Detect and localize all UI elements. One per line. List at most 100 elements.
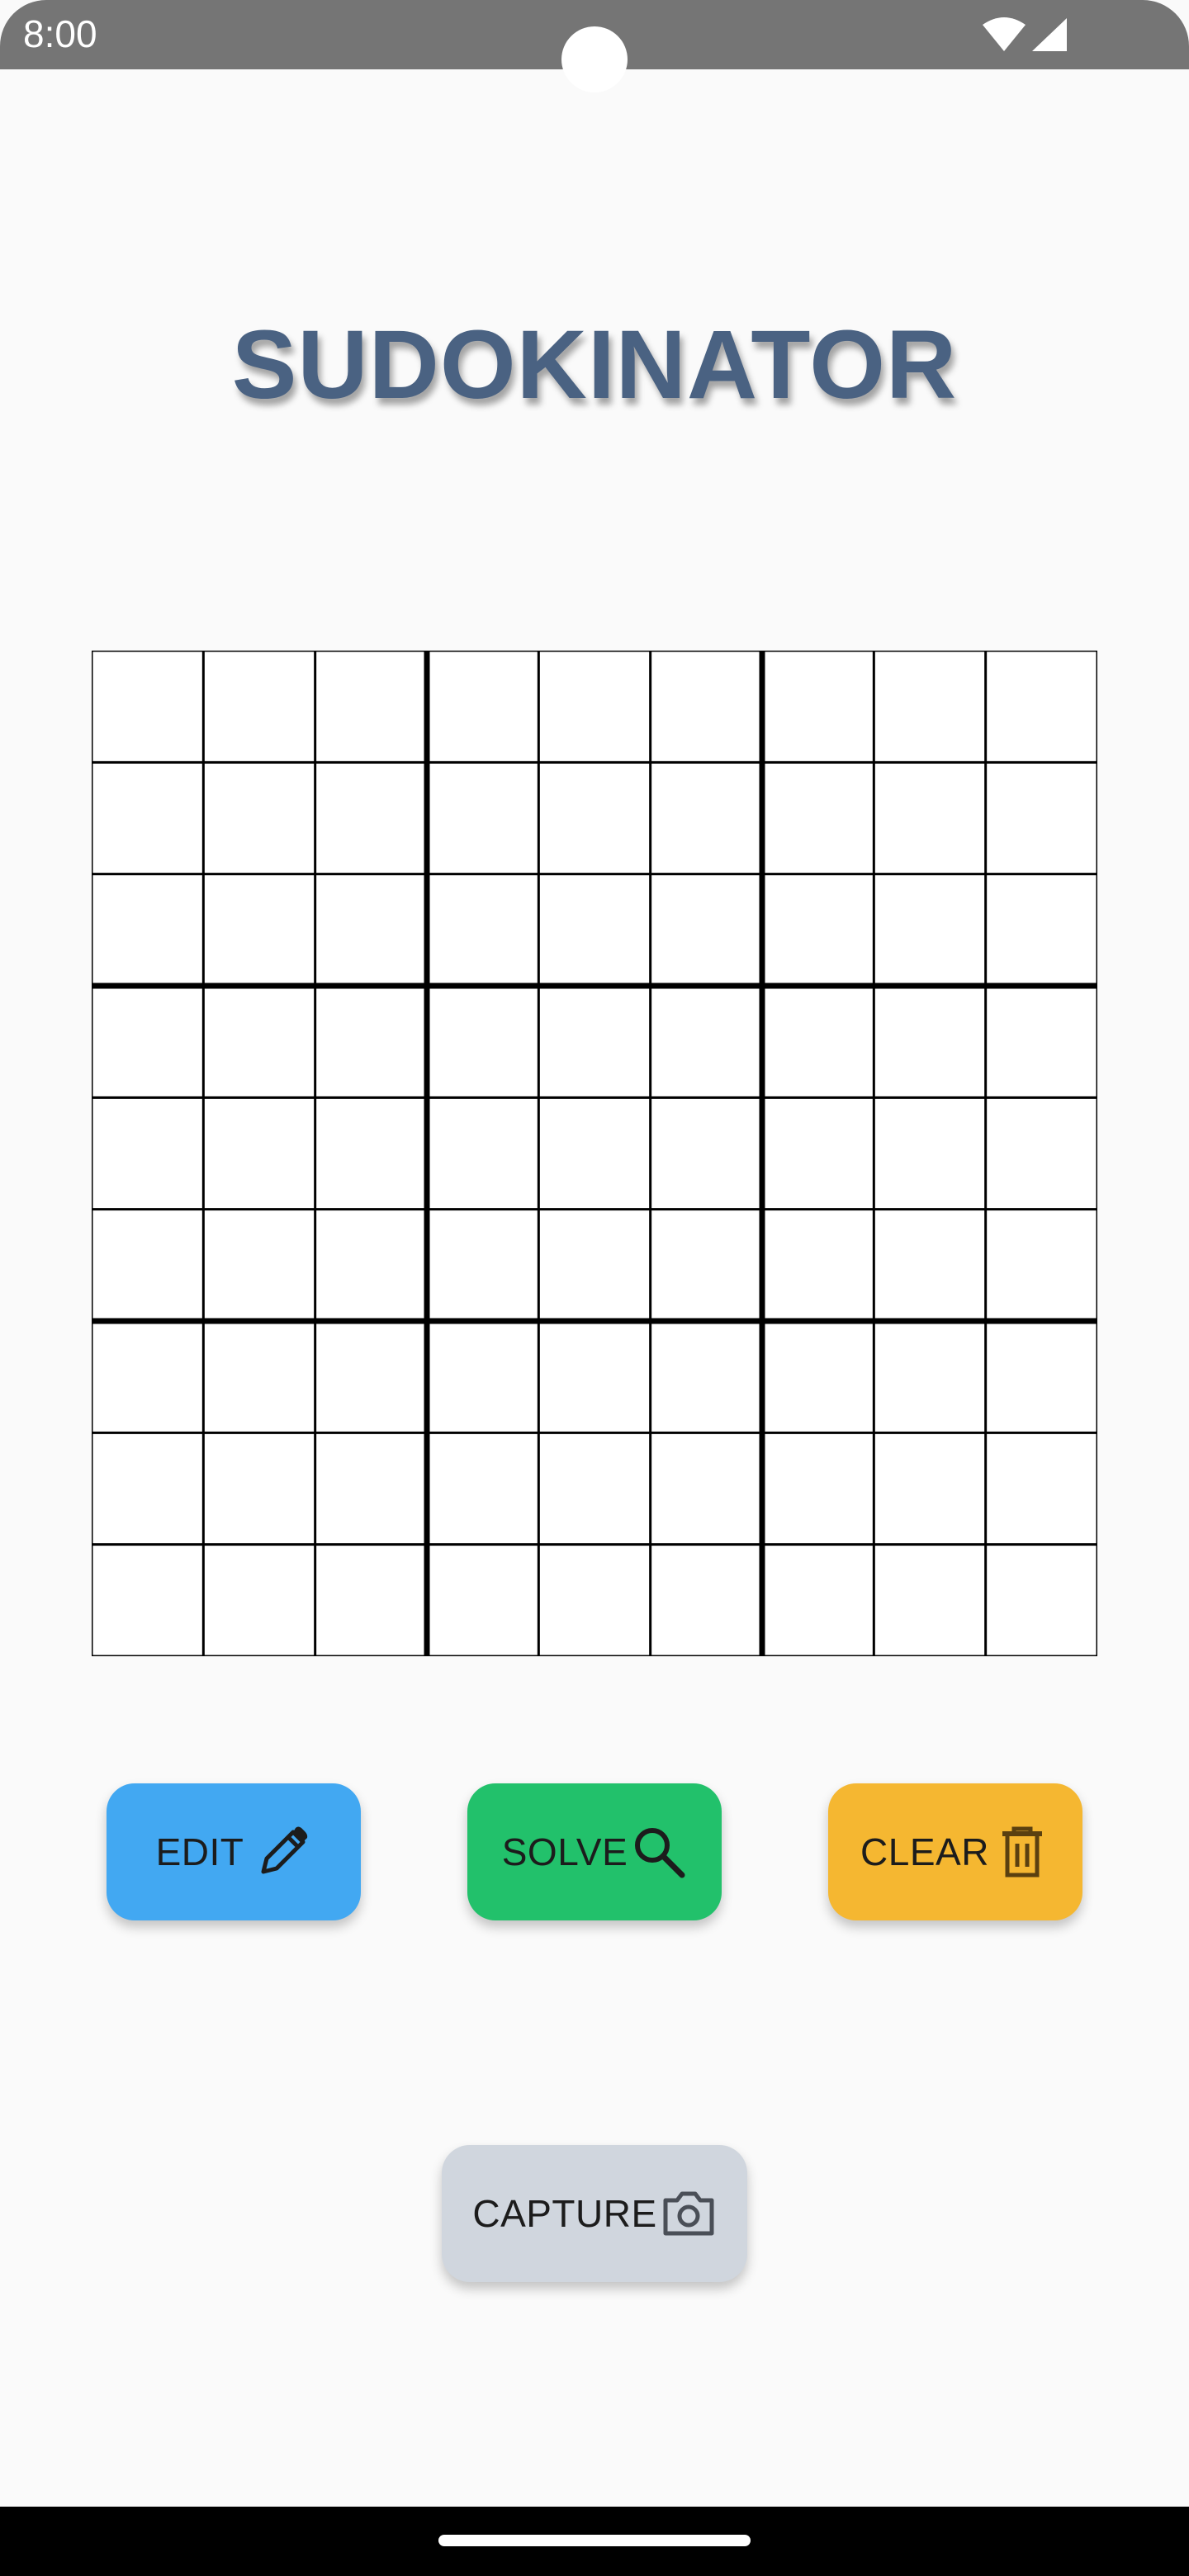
edit-button-label: EDIT <box>155 1830 244 1873</box>
grid-cell-r7-c8[interactable] <box>874 1321 986 1433</box>
grid-cell-r2-c2[interactable] <box>203 762 315 874</box>
grid-cell-r5-c1[interactable] <box>92 1097 204 1210</box>
clear-button[interactable]: CLEAR <box>828 1783 1082 1920</box>
grid-cell-r6-c3[interactable] <box>315 1209 427 1321</box>
status-bar: 8:00 <box>0 0 1189 92</box>
grid-cell-r6-c4[interactable] <box>427 1209 539 1321</box>
grid-cell-r5-c5[interactable] <box>538 1097 651 1210</box>
grid-cell-r7-c7[interactable] <box>762 1321 874 1433</box>
grid-cell-r2-c3[interactable] <box>315 762 427 874</box>
grid-cell-r2-c1[interactable] <box>92 762 204 874</box>
grid-cell-r2-c4[interactable] <box>427 762 539 874</box>
grid-cell-r1-c2[interactable] <box>203 651 315 763</box>
grid-cell-r1-c6[interactable] <box>650 651 762 763</box>
sudoku-grid <box>92 651 1097 1656</box>
capture-button-label: CAPTURE <box>472 2192 657 2235</box>
grid-cell-r2-c6[interactable] <box>650 762 762 874</box>
grid-cell-r7-c1[interactable] <box>92 1321 204 1433</box>
wifi-icon <box>983 17 1026 51</box>
grid-cell-r1-c5[interactable] <box>538 651 651 763</box>
grid-cell-r9-c7[interactable] <box>762 1544 874 1656</box>
grid-cell-r1-c4[interactable] <box>427 651 539 763</box>
grid-cell-r3-c5[interactable] <box>538 874 651 986</box>
grid-cell-r9-c6[interactable] <box>650 1544 762 1656</box>
grid-cell-r3-c3[interactable] <box>315 874 427 986</box>
grid-cell-r4-c8[interactable] <box>874 986 986 1098</box>
grid-cell-r1-c3[interactable] <box>315 651 427 763</box>
grid-cell-r3-c1[interactable] <box>92 874 204 986</box>
grid-cell-r6-c2[interactable] <box>203 1209 315 1321</box>
camera-cutout <box>561 26 628 92</box>
grid-cell-r9-c5[interactable] <box>538 1544 651 1656</box>
home-gesture-handle[interactable] <box>438 2535 751 2546</box>
grid-cell-r8-c1[interactable] <box>92 1432 204 1545</box>
grid-cell-r7-c3[interactable] <box>315 1321 427 1433</box>
grid-cell-r8-c7[interactable] <box>762 1432 874 1545</box>
grid-cell-r8-c5[interactable] <box>538 1432 651 1545</box>
app-title: SUDOKINATOR <box>231 310 958 419</box>
app-screen: 8:00 SUDOKINATOR EDIT SOLVE CLEAR CAPTUR… <box>0 0 1189 2576</box>
grid-cell-r3-c2[interactable] <box>203 874 315 986</box>
grid-cell-r5-c6[interactable] <box>650 1097 762 1210</box>
grid-cell-r6-c8[interactable] <box>874 1209 986 1321</box>
search-icon <box>635 1828 685 1878</box>
grid-cell-r1-c1[interactable] <box>92 651 204 763</box>
grid-cell-r1-c7[interactable] <box>762 651 874 763</box>
grid-cell-r8-c4[interactable] <box>427 1432 539 1545</box>
grid-cell-r4-c4[interactable] <box>427 986 539 1098</box>
status-time: 8:00 <box>23 12 97 55</box>
grid-cell-r5-c2[interactable] <box>203 1097 315 1210</box>
grid-cell-r4-c7[interactable] <box>762 986 874 1098</box>
grid-cell-r7-c6[interactable] <box>650 1321 762 1433</box>
grid-cell-r3-c4[interactable] <box>427 874 539 986</box>
clear-button-label: CLEAR <box>860 1830 989 1873</box>
grid-cell-r9-c1[interactable] <box>92 1544 204 1656</box>
grid-cell-r9-c4[interactable] <box>427 1544 539 1656</box>
grid-cell-r2-c5[interactable] <box>538 762 651 874</box>
grid-cell-r4-c1[interactable] <box>92 986 204 1098</box>
grid-cell-r1-c8[interactable] <box>874 651 986 763</box>
grid-cell-r1-c9[interactable] <box>985 651 1097 763</box>
grid-cell-r9-c8[interactable] <box>874 1544 986 1656</box>
grid-cell-r7-c5[interactable] <box>538 1321 651 1433</box>
grid-cell-r3-c7[interactable] <box>762 874 874 986</box>
grid-cell-r9-c2[interactable] <box>203 1544 315 1656</box>
edit-button[interactable]: EDIT <box>107 1783 361 1920</box>
grid-cell-r9-c3[interactable] <box>315 1544 427 1656</box>
grid-cell-r5-c7[interactable] <box>762 1097 874 1210</box>
grid-cell-r4-c3[interactable] <box>315 986 427 1098</box>
grid-cell-r6-c9[interactable] <box>985 1209 1097 1321</box>
grid-cell-r4-c2[interactable] <box>203 986 315 1098</box>
grid-cell-r8-c6[interactable] <box>650 1432 762 1545</box>
grid-cell-r6-c5[interactable] <box>538 1209 651 1321</box>
grid-cell-r4-c5[interactable] <box>538 986 651 1098</box>
grid-cell-r3-c6[interactable] <box>650 874 762 986</box>
grid-cell-r8-c8[interactable] <box>874 1432 986 1545</box>
camera-icon <box>663 2191 714 2236</box>
grid-cell-r6-c7[interactable] <box>762 1209 874 1321</box>
grid-cell-r7-c4[interactable] <box>427 1321 539 1433</box>
solve-button[interactable]: SOLVE <box>467 1783 722 1920</box>
grid-cell-r2-c8[interactable] <box>874 762 986 874</box>
grid-cell-r8-c2[interactable] <box>203 1432 315 1545</box>
trash-icon <box>1002 1826 1042 1878</box>
grid-cell-r4-c9[interactable] <box>985 986 1097 1098</box>
grid-cell-r9-c9[interactable] <box>985 1544 1097 1656</box>
grid-cell-r6-c6[interactable] <box>650 1209 762 1321</box>
grid-cell-r3-c9[interactable] <box>985 874 1097 986</box>
grid-cell-r2-c9[interactable] <box>985 762 1097 874</box>
grid-cell-r5-c9[interactable] <box>985 1097 1097 1210</box>
grid-cell-r7-c2[interactable] <box>203 1321 315 1433</box>
grid-cell-r6-c1[interactable] <box>92 1209 204 1321</box>
grid-cell-r8-c3[interactable] <box>315 1432 427 1545</box>
capture-button[interactable]: CAPTURE <box>442 2145 747 2282</box>
grid-cell-r5-c4[interactable] <box>427 1097 539 1210</box>
grid-cell-r7-c9[interactable] <box>985 1321 1097 1433</box>
grid-cell-r4-c6[interactable] <box>650 986 762 1098</box>
grid-cell-r3-c8[interactable] <box>874 874 986 986</box>
grid-cell-r5-c3[interactable] <box>315 1097 427 1210</box>
grid-cell-r8-c9[interactable] <box>985 1432 1097 1545</box>
grid-cell-r5-c8[interactable] <box>874 1097 986 1210</box>
grid-cell-r2-c7[interactable] <box>762 762 874 874</box>
signal-icon <box>1032 18 1067 51</box>
